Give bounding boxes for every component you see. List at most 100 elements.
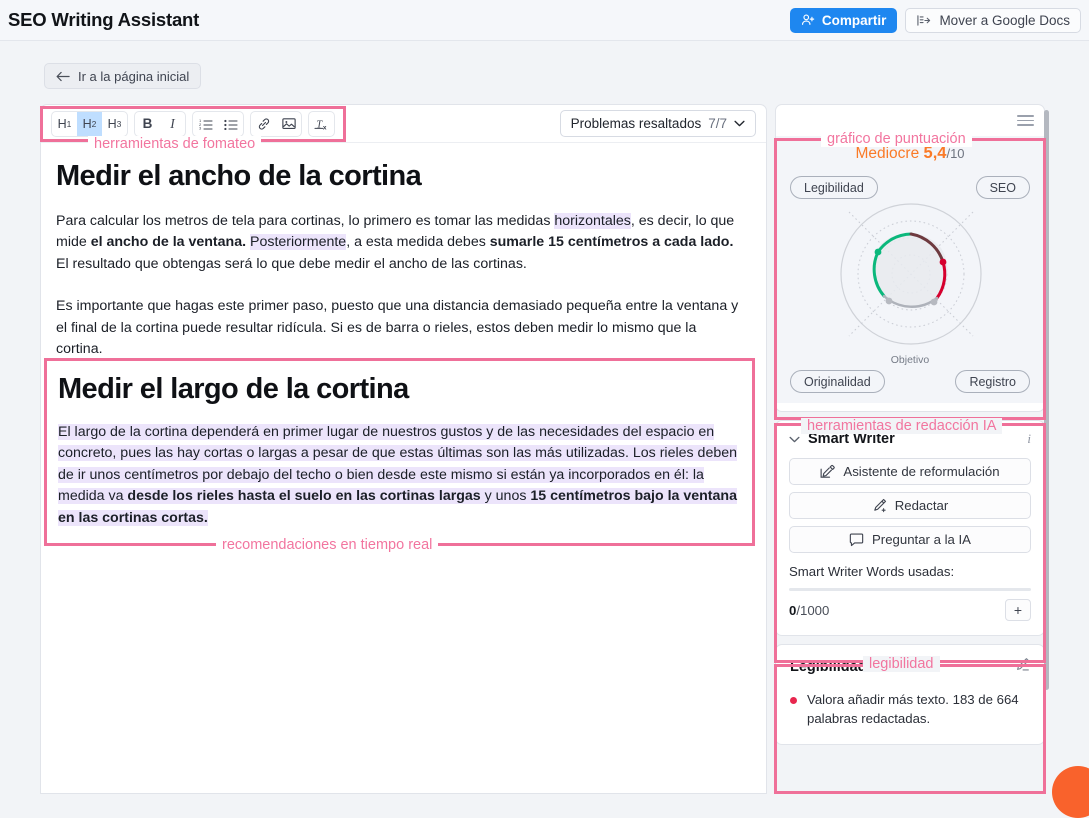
add-words-button[interactable]: + [1005, 599, 1031, 621]
highlight-bold-run: desde los rieles hasta el suelo en las c… [127, 488, 481, 505]
score-chart-body: Mediocre 5,4/10 Legibilidad SEO Objetivo… [776, 136, 1044, 403]
heading-3-button[interactable]: H3 [102, 112, 127, 136]
chevron-down-icon [734, 120, 745, 127]
italic-button[interactable]: I [160, 112, 185, 136]
rephrase-button[interactable]: Asistente de reformulación [789, 458, 1031, 485]
score-denominator: /10 [946, 146, 965, 161]
ask-ai-button[interactable]: Preguntar a la IA [789, 526, 1031, 553]
ordered-list-icon: 1 2 3 [199, 118, 213, 130]
chevron-down-icon [789, 436, 800, 442]
text-run: , a esta medida debes [346, 234, 490, 251]
bold-run: el ancho de la ventana. [90, 234, 247, 251]
score-chart-card: Mediocre 5,4/10 Legibilidad SEO Objetivo… [775, 104, 1045, 412]
move-to-google-docs-button[interactable]: Mover a Google Docs [905, 7, 1081, 33]
bold-button[interactable]: B [135, 112, 160, 136]
heading-1-button[interactable]: H1 [52, 112, 77, 136]
sidebar-scrollbar[interactable] [1044, 110, 1049, 690]
smart-writer-counter-row: 0/1000 + [789, 599, 1031, 621]
pill-seo[interactable]: SEO [975, 176, 1030, 199]
annotation-label-ai-tools: herramientas de redacción IA [801, 418, 1003, 434]
info-icon[interactable]: i [1027, 431, 1031, 447]
section-2-heading: Medir el largo de la cortina [58, 373, 409, 405]
radar-target-label: Objetivo [890, 354, 930, 366]
svg-text:3: 3 [199, 125, 202, 129]
pill-originalidad[interactable]: Originalidad [790, 370, 885, 393]
ask-ai-icon [849, 533, 864, 546]
list-tools-group: 1 2 3 [192, 110, 244, 137]
smart-writer-words-label: Smart Writer Words usadas: [789, 564, 955, 579]
svg-text:x: x [323, 124, 327, 130]
clear-formatting-button[interactable]: T x [309, 112, 334, 136]
bullet-list-icon [223, 119, 238, 130]
bold-run: sumarle 15 centímetros a cada lado. [489, 234, 734, 251]
app-header: SEO Writing Assistant Compartir Mover a … [0, 0, 1089, 41]
bullet-list-button[interactable] [218, 112, 243, 136]
words-total: /1000 [796, 602, 830, 618]
document-editor-panel: H1 H2 H3 B I 1 2 3 T x Problemas resalta… [40, 104, 767, 794]
hamburger-menu-icon[interactable] [1017, 112, 1034, 129]
link-button[interactable] [251, 112, 276, 136]
pencil-icon[interactable] [1015, 657, 1030, 677]
clear-formatting-icon: T x [314, 119, 327, 131]
score-radar-chart: Objetivo [790, 202, 1030, 368]
radar-svg [840, 203, 982, 345]
readability-item-text: Valora añadir más texto. 183 de 664 pala… [807, 692, 1019, 726]
support-chat-button[interactable] [1052, 766, 1089, 818]
section-1-paragraph-2: Es importante que hagas este primer paso… [56, 298, 739, 358]
score-pills-bottom: Originalidad Registro [790, 370, 1030, 393]
annotation-label-recommendations: recomendaciones en tiempo real [216, 537, 439, 553]
annotation-label-readability: legibilidad [863, 656, 940, 672]
ordered-list-button[interactable]: 1 2 3 [193, 112, 218, 136]
readability-item: Valora añadir más texto. 183 de 664 pala… [790, 691, 1030, 728]
arrow-left-icon [56, 71, 70, 81]
section-1-paragraph-1: Para calcular los metros de tela para co… [56, 211, 742, 276]
image-button[interactable] [276, 112, 301, 136]
document-content[interactable]: Medir el ancho de la cortina Para calcul… [41, 143, 766, 526]
insert-tools-group [250, 110, 302, 137]
compose-icon [873, 498, 886, 513]
move-to-docs-icon [917, 14, 931, 26]
back-to-home-button[interactable]: Ir a la página inicial [44, 63, 202, 89]
annotation-label-score-chart: gráfico de puntuación [821, 131, 972, 147]
ask-ai-button-label: Preguntar a la IA [872, 532, 971, 547]
smart-writer-card: Smart Writer i Asistente de reformulació… [775, 420, 1045, 636]
score-pills-top: Legibilidad SEO [790, 176, 1030, 199]
heading-tools-group: H1 H2 H3 [51, 110, 128, 137]
readability-title: Legibilidad [790, 659, 867, 675]
rephrase-icon [820, 464, 836, 478]
clear-format-group: T x [308, 110, 335, 137]
heading-2-button[interactable]: H2 [77, 111, 102, 136]
highlight-run: y unos [480, 488, 531, 505]
share-button-label: Compartir [821, 12, 887, 28]
annotation-label-formatting: herramientas de fomateo [88, 136, 262, 152]
user-plus-icon [801, 14, 815, 25]
highlighted-problems-dropdown[interactable]: Problemas resaltados 7/7 [559, 110, 756, 137]
section-2-block: Medir el largo de la cortina El largo de… [46, 360, 756, 543]
rephrase-button-label: Asistente de reformulación [843, 464, 1000, 479]
move-to-google-docs-label: Mover a Google Docs [939, 12, 1070, 28]
smart-writer-progress-bar [789, 588, 1031, 591]
pill-registro[interactable]: Registro [955, 370, 1030, 393]
image-icon [281, 118, 296, 129]
highlight-posteriormente: Posteriormente [250, 234, 347, 251]
text-style-group: B I [134, 110, 186, 137]
score-rating-word: Mediocre [855, 145, 920, 162]
compose-button[interactable]: Redactar [789, 492, 1031, 519]
highlight-horizontales: horizontales [554, 212, 631, 229]
section-2-paragraph-1: El largo de la cortina dependerá en prim… [58, 422, 744, 530]
problems-count: 7/7 [708, 116, 727, 131]
point-seo [939, 258, 947, 266]
section-1-heading: Medir el ancho de la cortina [56, 160, 422, 192]
status-badge [790, 697, 797, 704]
share-button[interactable]: Compartir [789, 7, 898, 33]
header-actions: Compartir Mover a Google Docs [789, 7, 1081, 33]
link-icon [258, 117, 269, 130]
text-run: Para calcular los metros de tela para co… [56, 212, 555, 229]
point-registro [930, 298, 938, 306]
page-title: SEO Writing Assistant [8, 9, 200, 30]
point-originalidad [885, 297, 893, 305]
pill-legibilidad[interactable]: Legibilidad [790, 176, 878, 199]
text-run: El resultado que obtengas será lo que de… [56, 255, 527, 272]
compose-button-label: Redactar [894, 498, 949, 513]
back-button-label: Ir a la página inicial [78, 68, 190, 84]
